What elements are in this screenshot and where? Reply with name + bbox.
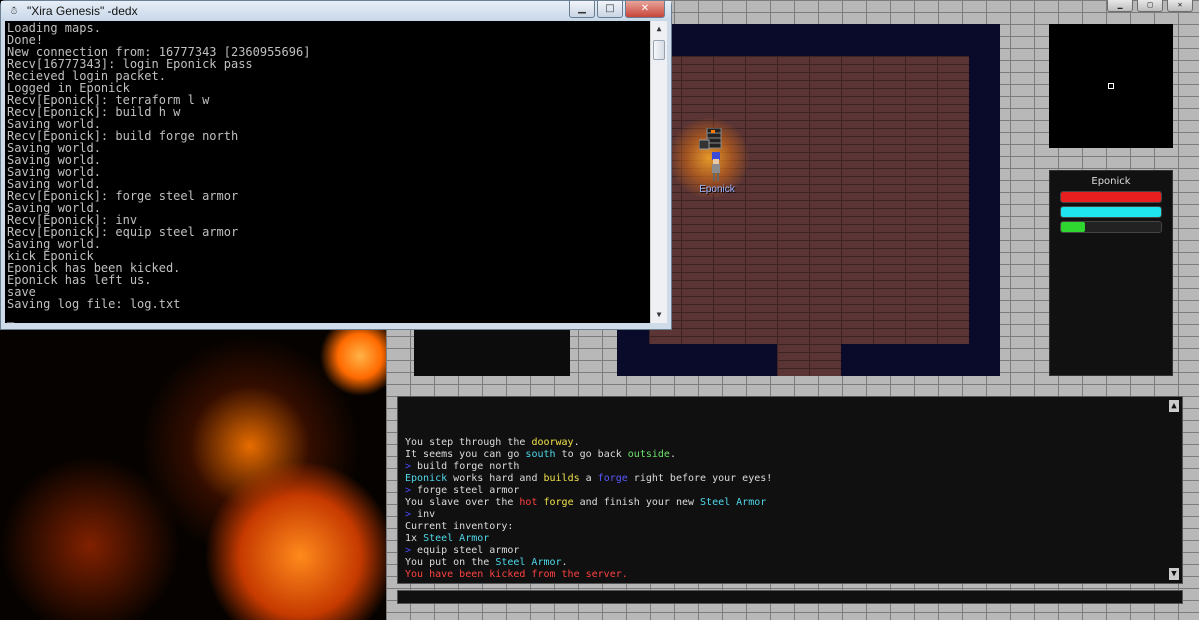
- chat-segment: forge steel armor: [417, 485, 520, 496]
- room-floor: [649, 56, 969, 344]
- chat-line: You step through the doorway.: [405, 437, 772, 449]
- console-close-button[interactable]: ✕: [625, 1, 665, 18]
- chat-line: You slave over the hot forge and finish …: [405, 497, 772, 509]
- chat-segment: south: [525, 449, 556, 460]
- console-line: _: [7, 309, 15, 323]
- chat-segment: equip steel armor: [417, 545, 520, 556]
- chat-segment: .: [669, 449, 676, 460]
- chat-line: > equip steel armor: [405, 545, 772, 557]
- chat-segment: build forge north: [417, 461, 520, 472]
- desktop-wallpaper: [0, 326, 388, 620]
- console-scroll-down-icon[interactable]: ▼: [651, 307, 667, 323]
- mana-bar-fill: [1061, 207, 1161, 217]
- chat-segment: forge: [543, 497, 574, 508]
- player-character-icon[interactable]: [710, 152, 722, 182]
- game-minimize-button[interactable]: ▁: [1107, 0, 1133, 12]
- stamina-bar: [1060, 221, 1162, 233]
- console-minimize-button[interactable]: ▁: [569, 1, 595, 18]
- chat-line: You have been kicked from the server.: [405, 569, 772, 581]
- console-scroll-thumb[interactable]: [653, 40, 665, 60]
- chat-segment: .: [561, 557, 568, 568]
- chat-segment: .: [573, 437, 580, 448]
- console-app-icon: ☃: [10, 4, 18, 17]
- health-bar-fill: [1061, 192, 1161, 202]
- console-title: "Xira Genesis" -dedx: [27, 4, 138, 18]
- chat-line: > build forge north: [405, 461, 772, 473]
- chat-line: Eponick works hard and builds a forge ri…: [405, 473, 772, 485]
- chat-segment: Steel Armor: [423, 533, 490, 544]
- chat-segment: Steel Armor: [495, 557, 562, 568]
- chat-segment: >: [405, 509, 418, 520]
- chat-input[interactable]: [397, 590, 1183, 604]
- chat-segment: right before your eyes!: [627, 473, 773, 484]
- room-doorway: [777, 344, 841, 376]
- console-text: Loading maps. Done! New connection from: 1…: [7, 22, 310, 322]
- game-window-controls: ▁ □ ✕: [1107, 0, 1193, 12]
- left-side-panel: [414, 330, 570, 376]
- chat-segment: >: [405, 545, 418, 556]
- character-stats-panel: Eponick: [1049, 170, 1173, 376]
- mana-bar: [1060, 206, 1162, 218]
- chat-line: > inv: [405, 509, 772, 521]
- chat-segment: Steel Armor: [700, 497, 767, 508]
- console-line: Eponick has left us.: [7, 273, 152, 287]
- chat-segment: and finish your new: [573, 497, 701, 508]
- chat-line: 1x Steel Armor: [405, 533, 772, 545]
- console-window-controls: ▁ □ ✕: [569, 1, 665, 18]
- health-bar: [1060, 191, 1162, 203]
- game-maximize-button[interactable]: □: [1137, 0, 1163, 12]
- stats-character-name: Eponick: [1091, 176, 1131, 187]
- forge-icon: [699, 128, 722, 150]
- minimap[interactable]: [1049, 24, 1173, 148]
- chat-line: You put on the Steel Armor.: [405, 557, 772, 569]
- chat-segment: hot: [519, 497, 538, 508]
- chat-segment: You put on the: [405, 557, 496, 568]
- chat-lines: You step through the doorway. It seems yo…: [405, 437, 772, 581]
- chat-log[interactable]: You step through the doorway. It seems yo…: [397, 396, 1183, 584]
- game-close-button[interactable]: ✕: [1167, 0, 1193, 12]
- chat-segment: >: [405, 485, 418, 496]
- chat-segment: works hard and: [447, 473, 544, 484]
- chat-segment: Current inventory:: [405, 521, 514, 532]
- chat-segment: doorway: [531, 437, 574, 448]
- chat-scroll-up-button[interactable]: ▲: [1169, 400, 1179, 412]
- chat-segment: You slave over the: [405, 497, 520, 508]
- console-scroll-up-icon[interactable]: ▲: [651, 21, 667, 37]
- chat-line: It seems you can go south to go back out…: [405, 449, 772, 461]
- minimap-player-marker: [1108, 83, 1114, 89]
- console-maximize-button[interactable]: □: [597, 1, 623, 18]
- map-viewport[interactable]: Eponick: [617, 24, 1000, 376]
- chat-segment: 1x: [405, 533, 424, 544]
- chat-segment: outside: [627, 449, 670, 460]
- chat-segment: to go back: [555, 449, 628, 460]
- chat-segment: Eponick: [405, 473, 448, 484]
- chat-segment: a: [579, 473, 598, 484]
- console-scrollbar[interactable]: ▲ ▼: [650, 21, 667, 323]
- chat-segment: >: [405, 461, 418, 472]
- chat-segment: builds: [543, 473, 580, 484]
- player-name-label: Eponick: [699, 184, 735, 195]
- chat-segment: forge: [597, 473, 628, 484]
- console-output[interactable]: Loading maps. Done! New connection from: 1…: [5, 21, 667, 323]
- chat-segment: You step through the: [405, 437, 532, 448]
- console-window: ☃ "Xira Genesis" -dedx ▁ □ ✕ Loading map…: [0, 0, 672, 330]
- stamina-bar-fill: [1061, 222, 1085, 232]
- chat-line: > forge steel armor: [405, 485, 772, 497]
- chat-line: Current inventory:: [405, 521, 772, 533]
- chat-scroll-down-button[interactable]: ▼: [1169, 568, 1179, 580]
- console-titlebar[interactable]: ☃ "Xira Genesis" -dedx ▁ □ ✕: [1, 1, 671, 21]
- chat-segment: You have been kicked from the server.: [405, 569, 628, 580]
- chat-segment: inv: [417, 509, 436, 520]
- console-line: Loading maps.: [7, 21, 101, 35]
- chat-segment: It seems you can go: [405, 449, 526, 460]
- console-line: Saving log file: log.txt: [7, 297, 181, 311]
